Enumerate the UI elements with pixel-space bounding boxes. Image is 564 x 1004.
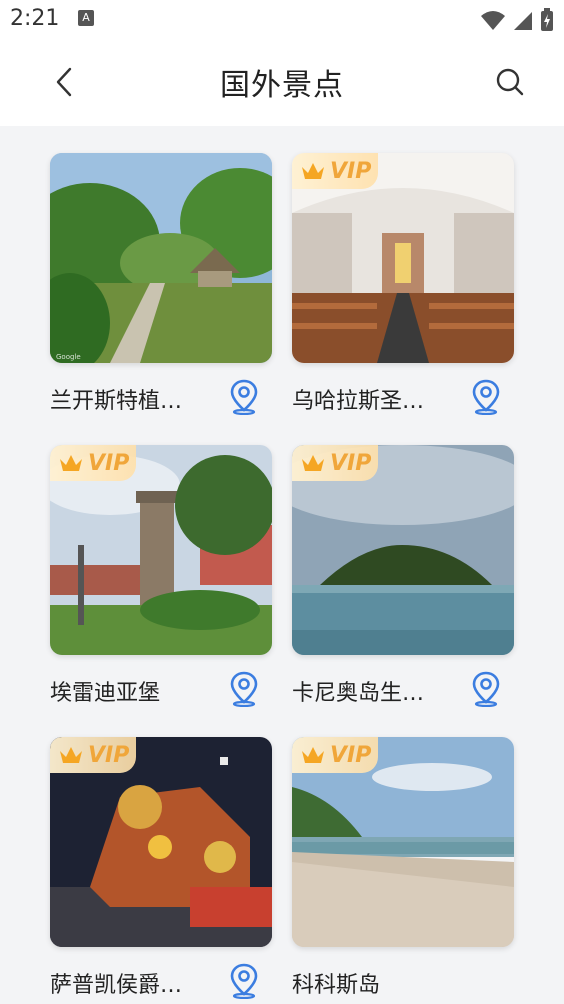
spot-image: Google — [50, 153, 272, 363]
signal-icon — [514, 12, 532, 30]
crown-icon — [302, 163, 324, 179]
spot-name: 兰开斯特植… — [50, 389, 183, 414]
vip-badge: VIP — [292, 153, 378, 189]
vip-label: VIP — [88, 450, 130, 476]
vip-badge: VIP — [50, 737, 136, 773]
spot-card[interactable]: Google 兰开斯特植… — [50, 153, 272, 445]
location-pin-icon[interactable] — [228, 379, 260, 415]
location-pin-icon[interactable] — [470, 379, 502, 415]
status-bar: 2:21 A — [0, 0, 564, 40]
spot-name: 卡尼奥岛生… — [292, 681, 425, 706]
battery-icon — [541, 8, 553, 31]
vip-label: VIP — [330, 742, 372, 768]
spot-card[interactable]: VIP 乌哈拉斯圣… — [292, 153, 514, 445]
search-button[interactable] — [490, 62, 530, 102]
spot-card[interactable]: VIP 卡尼奥岛生… — [292, 445, 514, 737]
page-title: 国外景点 — [220, 68, 344, 103]
vip-badge: VIP — [292, 737, 378, 773]
spot-card[interactable]: VIP 萨普凯侯爵… — [50, 737, 272, 1004]
header: 国外景点 — [0, 40, 564, 126]
spot-image: VIP — [50, 737, 272, 947]
location-pin-icon[interactable] — [228, 963, 260, 999]
search-icon — [496, 68, 524, 96]
spot-grid: Google 兰开斯特植… VIP 乌哈拉斯圣… VIP 埃雷迪亚堡 VIP 卡… — [50, 153, 514, 1004]
status-time: 2:21 — [10, 6, 60, 31]
notification-icon: A — [78, 10, 94, 26]
vip-label: VIP — [88, 742, 130, 768]
crown-icon — [60, 747, 82, 763]
spot-name: 埃雷迪亚堡 — [50, 681, 161, 706]
status-icons — [480, 8, 554, 32]
spot-card[interactable]: VIP 埃雷迪亚堡 — [50, 445, 272, 737]
spot-image: VIP — [292, 737, 514, 947]
location-pin-icon[interactable] — [470, 671, 502, 707]
spot-card[interactable]: VIP 科科斯岛 — [292, 737, 514, 1004]
vip-label: VIP — [330, 450, 372, 476]
spot-name: 萨普凯侯爵… — [50, 973, 183, 998]
spot-image: VIP — [292, 153, 514, 363]
vip-badge: VIP — [292, 445, 378, 481]
crown-icon — [302, 455, 324, 471]
spot-name: 科科斯岛 — [292, 973, 381, 998]
crown-icon — [60, 455, 82, 471]
crown-icon — [302, 747, 324, 763]
spot-name: 乌哈拉斯圣… — [292, 389, 425, 414]
spot-image: VIP — [292, 445, 514, 655]
vip-label: VIP — [330, 158, 372, 184]
google-watermark: Google — [56, 353, 81, 361]
vip-badge: VIP — [50, 445, 136, 481]
location-pin-icon[interactable] — [228, 671, 260, 707]
spot-image: VIP — [50, 445, 272, 655]
wifi-icon — [481, 11, 505, 30]
